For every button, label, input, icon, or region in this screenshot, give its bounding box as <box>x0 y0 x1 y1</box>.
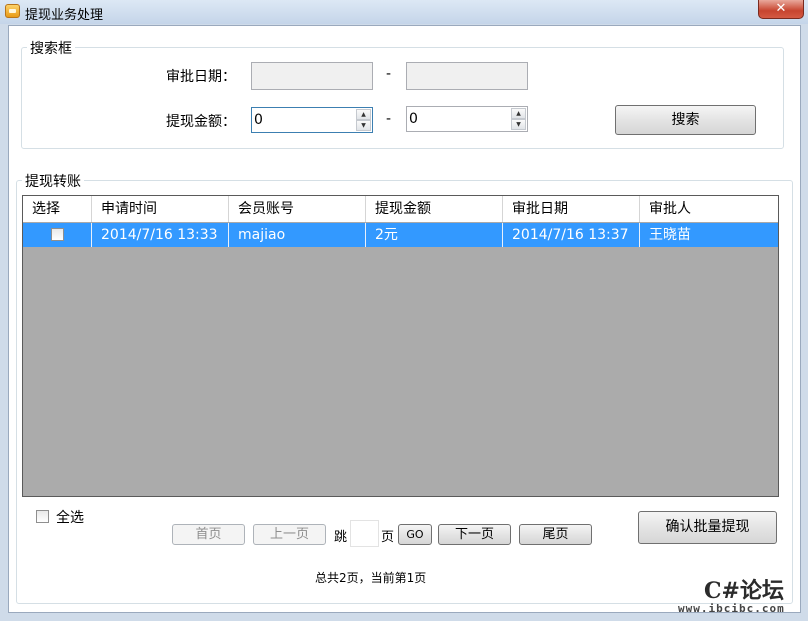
row-apply-time[interactable]: 2014/7/16 13:33 <box>92 223 229 247</box>
select-all-label: 全选 <box>56 510 84 526</box>
column-header-approval-date[interactable]: 审批日期 <box>503 196 640 222</box>
prev-page-button[interactable]: 上一页 <box>253 524 326 545</box>
spin-down-icon[interactable]: ▼ <box>511 119 526 130</box>
confirm-batch-withdraw-button[interactable]: 确认批量提现 <box>638 511 777 544</box>
select-all-checkbox[interactable] <box>36 510 49 523</box>
approval-date-from-input[interactable] <box>251 62 373 90</box>
amount-dash: - <box>386 111 392 127</box>
amount-from-spinner[interactable]: 0 ▲ ▼ <box>251 107 373 133</box>
transfer-group-legend: 提现转账 <box>22 171 84 191</box>
row-select-checkbox[interactable] <box>51 228 64 241</box>
approval-date-dash: - <box>386 66 392 82</box>
row-select-cell <box>23 223 92 247</box>
column-header-approver[interactable]: 审批人 <box>640 196 778 222</box>
approval-date-label: 审批日期： <box>166 69 236 85</box>
spin-up-icon[interactable]: ▲ <box>356 109 371 120</box>
column-header-select[interactable]: 选择 <box>23 196 92 222</box>
title-bar: 提现业务处理 ✕ <box>0 0 808 24</box>
window-client: 搜索框 审批日期： - 提现金额： 0 ▲ ▼ - 0 ▲ ▼ 搜索 提现转账 … <box>8 25 801 613</box>
row-amount[interactable]: 2元 <box>366 223 503 247</box>
amount-label: 提现金额： <box>166 114 236 130</box>
table-header: 选择 申请时间 会员账号 提现金额 审批日期 审批人 <box>23 196 778 223</box>
spin-down-icon[interactable]: ▼ <box>356 120 371 131</box>
amount-to-spin-buttons: ▲ ▼ <box>511 108 526 130</box>
amount-to-spinner[interactable]: 0 ▲ ▼ <box>406 106 528 132</box>
jump-label: 跳 <box>334 530 348 545</box>
column-header-amount[interactable]: 提现金额 <box>366 196 503 222</box>
row-approval-date[interactable]: 2014/7/16 13:37 <box>503 223 640 247</box>
last-page-button[interactable]: 尾页 <box>519 524 592 545</box>
watermark-logo: C#论坛 www.ibcibc.com <box>668 571 808 621</box>
row-approver[interactable]: 王晓苗 <box>640 223 778 247</box>
watermark-url: www.ibcibc.com <box>678 602 785 615</box>
amount-to-value: 0 <box>409 111 418 127</box>
close-button[interactable]: ✕ <box>758 0 804 19</box>
first-page-button[interactable]: 首页 <box>172 524 245 545</box>
app-icon <box>5 4 20 18</box>
amount-from-spin-buttons: ▲ ▼ <box>356 109 371 131</box>
page-label: 页 <box>381 530 395 545</box>
approval-date-to-input[interactable] <box>406 62 528 90</box>
next-page-button[interactable]: 下一页 <box>438 524 511 545</box>
page-number-input[interactable] <box>350 520 379 547</box>
transfer-table: 选择 申请时间 会员账号 提现金额 审批日期 审批人 2014/7/16 13:… <box>22 195 779 497</box>
table-row[interactable]: 2014/7/16 13:33 majiao 2元 2014/7/16 13:3… <box>23 223 778 247</box>
spin-up-icon[interactable]: ▲ <box>511 108 526 119</box>
column-header-apply-time[interactable]: 申请时间 <box>92 196 229 222</box>
pagination-status: 总共2页，当前第1页 <box>315 571 427 585</box>
watermark-brand: C#论坛 <box>704 578 784 604</box>
search-button[interactable]: 搜索 <box>615 105 756 135</box>
window-title: 提现业务处理 <box>25 8 104 23</box>
column-header-account[interactable]: 会员账号 <box>229 196 366 222</box>
go-button[interactable]: GO <box>398 524 432 545</box>
search-group-legend: 搜索框 <box>27 38 75 58</box>
row-account[interactable]: majiao <box>229 223 366 247</box>
amount-from-value: 0 <box>254 112 263 128</box>
